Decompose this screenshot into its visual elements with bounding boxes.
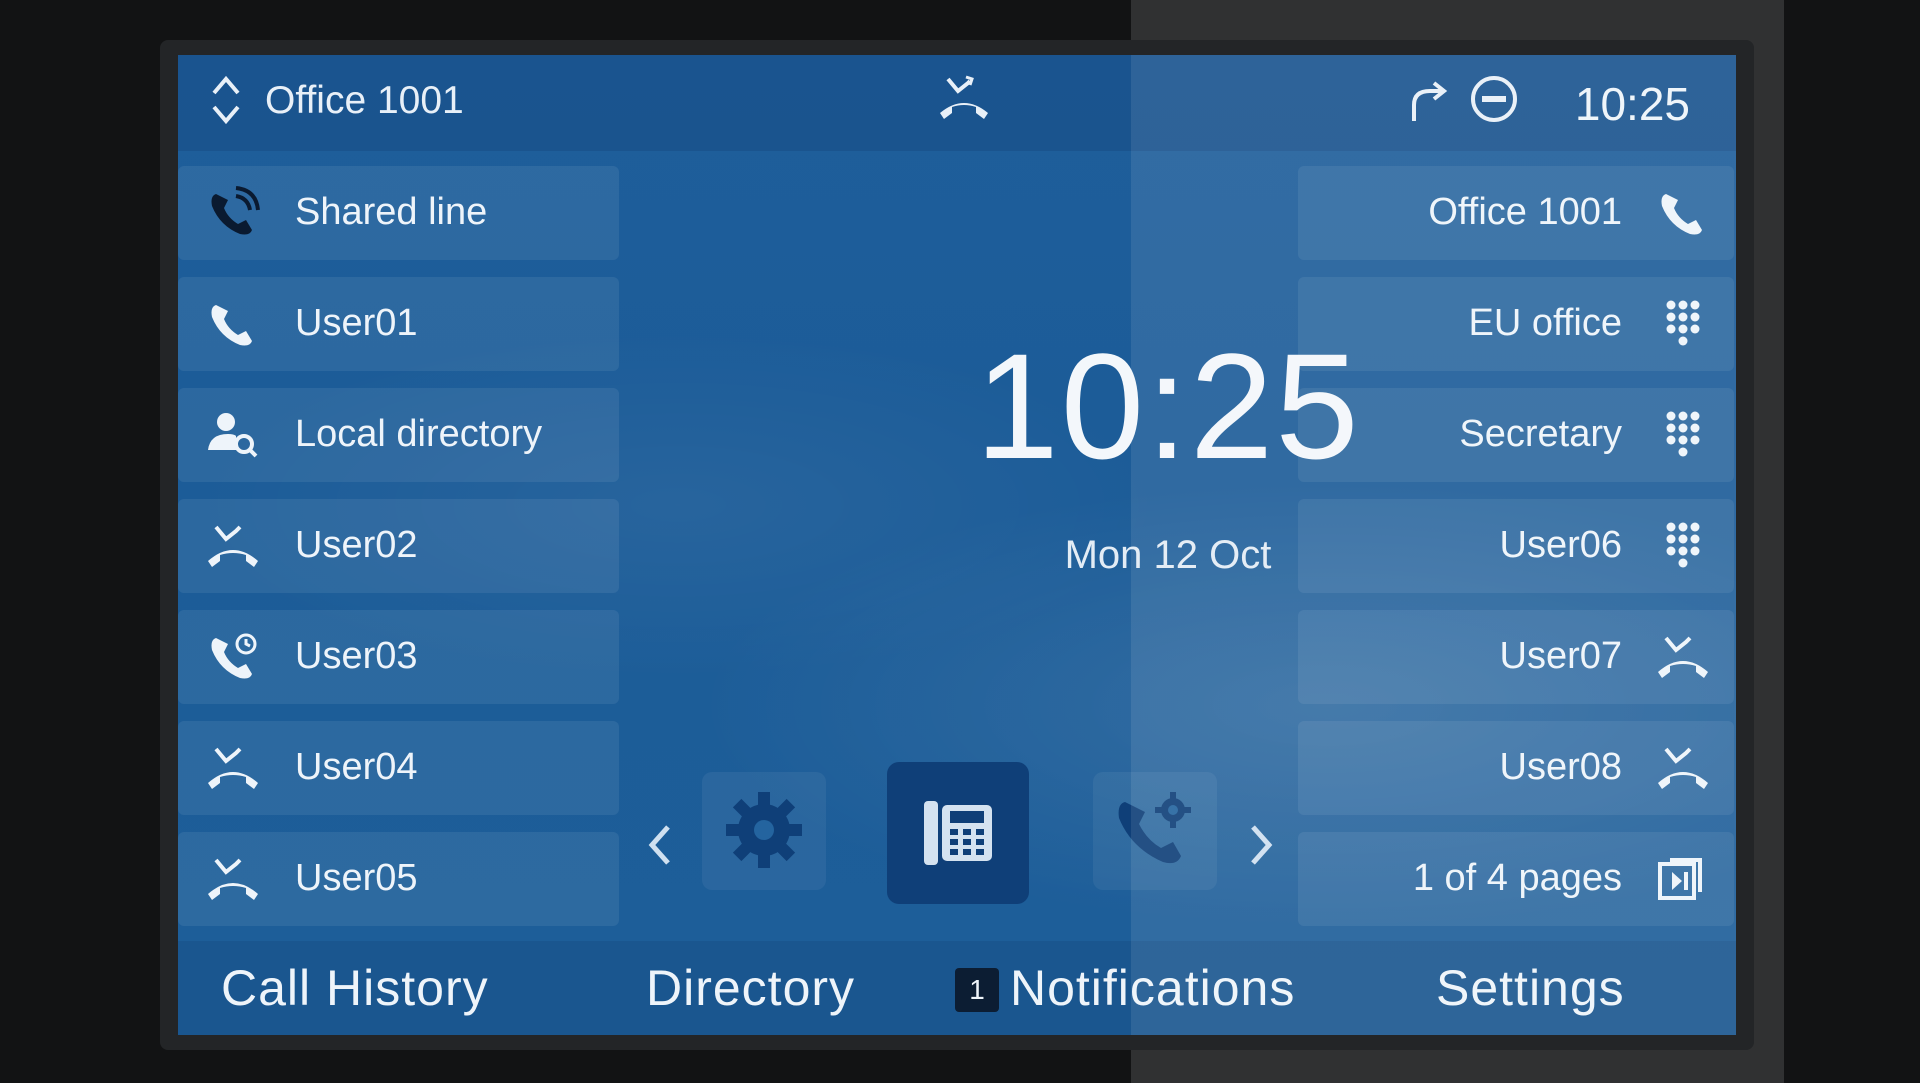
line-key-user02[interactable]: User02 <box>178 499 619 593</box>
up-down-chevron-icon[interactable] <box>208 71 244 129</box>
key-label: User07 <box>1499 635 1623 677</box>
line-key-local-directory[interactable]: Local directory <box>178 388 619 482</box>
status-time: 10:25 <box>1574 78 1690 130</box>
person-search-icon <box>206 408 260 462</box>
notification-count-badge: 1 <box>955 968 999 1012</box>
line-key-office-1001[interactable]: Office 1001 <box>1298 166 1734 260</box>
missed-call-icon <box>934 73 994 123</box>
phone-icon <box>1656 186 1710 240</box>
dialpad-icon <box>1656 408 1710 462</box>
line-key-user08[interactable]: User08 <box>1298 721 1734 815</box>
line-key-shared-line[interactable]: Shared line <box>178 166 619 260</box>
home-date: Mon 12 Oct <box>1064 533 1272 577</box>
missed-call-icon <box>206 741 260 795</box>
line-key-user01[interactable]: User01 <box>178 277 619 371</box>
missed-call-icon <box>206 852 260 906</box>
missed-call-icon <box>1656 630 1710 684</box>
page-indicator-label: 1 of 4 pages <box>1412 857 1622 899</box>
key-label: User01 <box>295 302 418 344</box>
line-key-user04[interactable]: User04 <box>178 721 619 815</box>
gear-icon <box>720 786 808 874</box>
notifications-softkey[interactable]: Notifications <box>1010 959 1295 1017</box>
phone-screen: Office 1001 10:25 Shared line User01 Loc… <box>178 55 1736 1035</box>
key-label: User05 <box>295 857 418 899</box>
desk-phone-icon <box>918 793 998 873</box>
line-key-page-indicator[interactable]: 1 of 4 pages <box>1298 832 1734 926</box>
chevron-right-icon[interactable] <box>1241 815 1281 875</box>
directory-softkey[interactable]: Directory <box>646 959 855 1017</box>
key-label: User03 <box>295 635 418 677</box>
dialpad-icon <box>1656 519 1710 573</box>
line-key-user05[interactable]: User05 <box>178 832 619 926</box>
key-label: User04 <box>295 746 418 788</box>
next-page-icon <box>1656 852 1710 906</box>
chevron-left-icon[interactable] <box>640 815 680 875</box>
key-label: User02 <box>295 524 418 566</box>
do-not-disturb-icon <box>1468 73 1520 125</box>
key-label: Local directory <box>295 413 543 455</box>
dock-phone-settings[interactable] <box>1093 772 1217 890</box>
dock-settings[interactable] <box>702 772 826 890</box>
phone-ringing-icon <box>206 186 260 240</box>
call-forward-icon <box>1404 77 1454 127</box>
settings-softkey[interactable]: Settings <box>1436 959 1625 1017</box>
line-title[interactable]: Office 1001 <box>265 79 464 123</box>
key-label: Shared line <box>295 191 488 233</box>
call-history-softkey[interactable]: Call History <box>221 959 489 1017</box>
missed-call-icon <box>1656 741 1710 795</box>
home-clock: 10:25 <box>975 322 1361 490</box>
key-label: Office 1001 <box>1428 191 1622 233</box>
phone-icon <box>206 297 260 351</box>
dialpad-icon <box>1656 297 1710 351</box>
dock-desk-phone[interactable] <box>887 762 1029 904</box>
line-key-user07[interactable]: User07 <box>1298 610 1734 704</box>
line-key-user03[interactable]: User03 <box>178 610 619 704</box>
phone-settings-icon <box>1111 786 1199 874</box>
key-label: User08 <box>1499 746 1623 788</box>
missed-call-icon <box>206 519 260 573</box>
phone-timer-icon <box>206 630 260 684</box>
